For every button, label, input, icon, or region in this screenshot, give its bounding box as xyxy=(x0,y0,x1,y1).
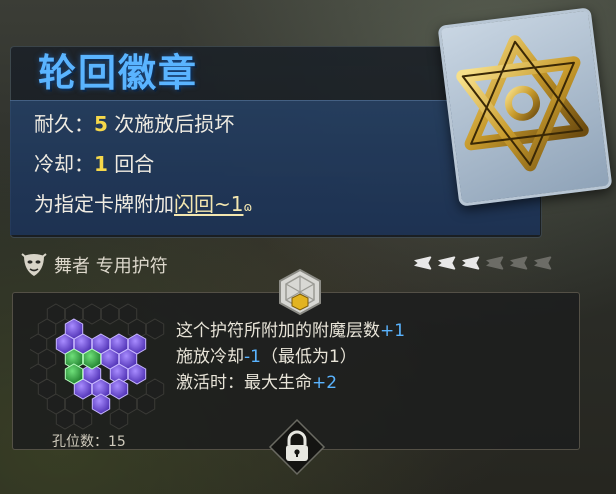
durability-label: 耐久： xyxy=(34,112,94,136)
effect-line: 为指定卡牌附加闪回~1ɷ xyxy=(34,188,252,217)
durability-suffix: 次施放后损坏 xyxy=(107,112,235,136)
socket-effects: 这个护符所附加的附魔层数+1 施放冷却-1（最低为1） 激活时：最大生命+2 xyxy=(176,316,405,394)
durability-value: 5 xyxy=(94,112,108,136)
wing-charge-icon xyxy=(414,256,432,270)
wing-charge-icon xyxy=(462,256,480,270)
wing-charge-icon xyxy=(534,256,552,270)
wing-charge-icon xyxy=(510,256,528,270)
effect-max-hp: 激活时：最大生命+2 xyxy=(176,373,338,393)
card-art[interactable] xyxy=(437,7,613,207)
card-title: 轮回徽章 xyxy=(38,51,199,95)
effect-enchant-layers: 这个护符所附加的附魔层数+1 xyxy=(176,321,406,341)
socket-grid[interactable] xyxy=(30,302,170,430)
effect-prefix: 为指定卡牌附加 xyxy=(34,192,174,216)
flashback-keyword[interactable]: 闪回~1 xyxy=(174,192,243,216)
durability-line: 耐久：5 次施放后损坏 xyxy=(34,108,234,137)
wing-charge-icon xyxy=(486,256,504,270)
lock-button[interactable] xyxy=(268,418,326,476)
cooldown-line: 冷却：1 回合 xyxy=(34,148,154,177)
cooldown-label: 冷却： xyxy=(34,152,94,176)
golden-interlaced-star-icon xyxy=(456,35,589,172)
charge-indicators xyxy=(414,256,552,270)
gem-cube-icon[interactable] xyxy=(276,268,324,316)
cooldown-value: 1 xyxy=(94,152,108,176)
slot-count: 孔位数：15 xyxy=(52,434,126,450)
cooldown-suffix: 回合 xyxy=(107,152,155,176)
effect-cooldown: 施放冷却-1（最低为1） xyxy=(176,347,357,367)
keyword-info-icon: ɷ xyxy=(243,200,253,214)
dancer-mask-icon xyxy=(21,253,47,276)
wing-charge-icon xyxy=(438,256,456,270)
owner-label: 舞者 专用护符 xyxy=(54,256,168,277)
